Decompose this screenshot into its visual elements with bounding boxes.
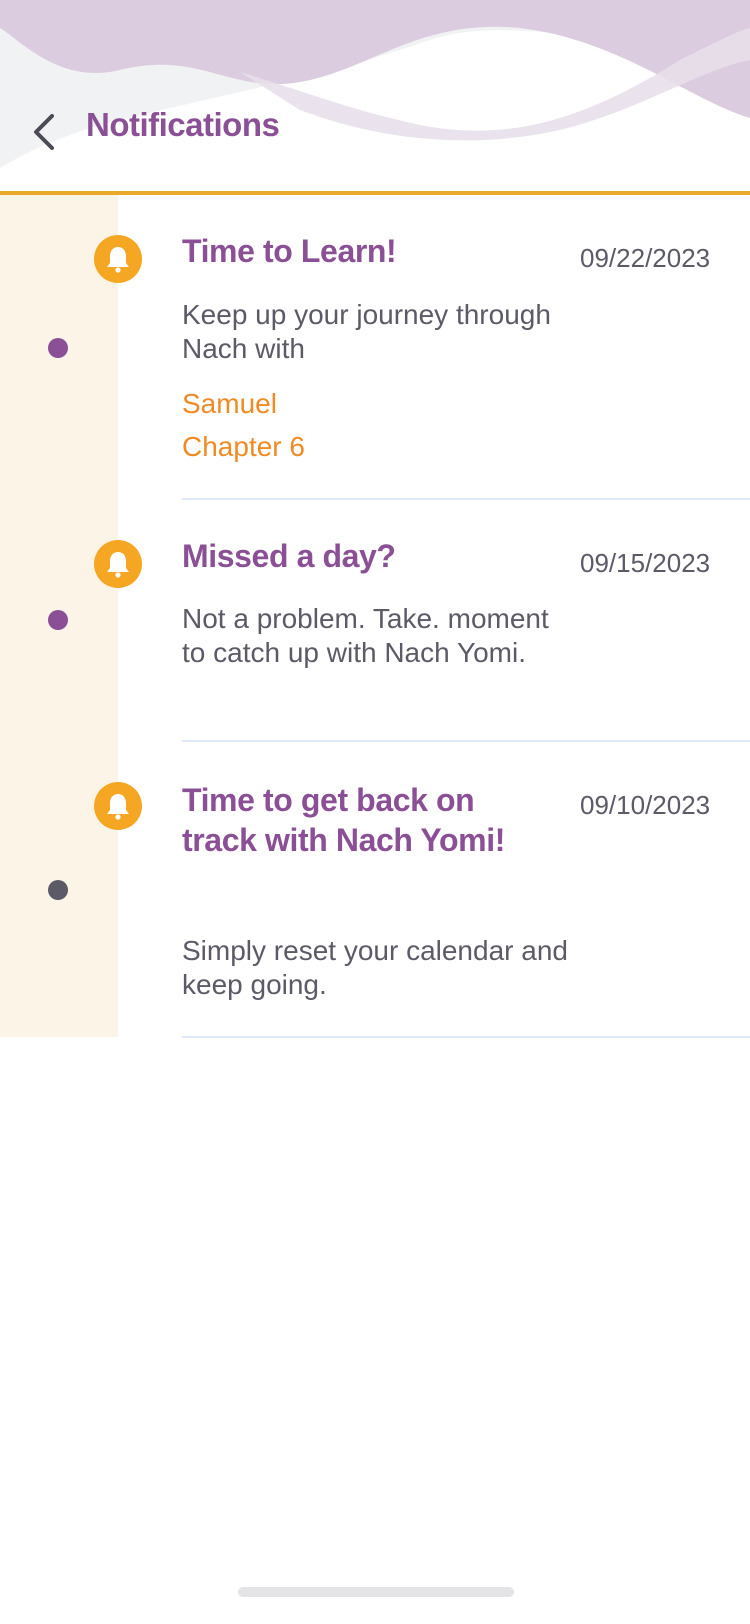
bell-icon (94, 782, 142, 830)
notification-item[interactable]: Missed a day? 09/15/2023 Not a problem. … (0, 500, 750, 742)
notification-body: Keep up your journey through Nach with (182, 299, 551, 364)
notification-item[interactable]: Time to Learn! 09/22/2023 Keep up your j… (0, 195, 750, 500)
bell-icon (94, 540, 142, 588)
notification-title: Time to Learn! (182, 233, 397, 269)
notification-book-link[interactable]: Samuel (182, 388, 277, 420)
read-indicator (48, 880, 68, 900)
notification-chapter-link[interactable]: Chapter 6 (182, 431, 305, 463)
divider (182, 1036, 750, 1038)
notification-date: 09/15/2023 (580, 548, 711, 578)
chevron-left-icon (34, 114, 54, 150)
notification-body: Not a problem. Take. moment to catch up … (182, 603, 549, 668)
unread-indicator (48, 610, 68, 630)
notification-date: 09/10/2023 (580, 790, 711, 820)
notification-title: Time to get back on track with Nach Yomi… (182, 782, 505, 858)
header-wave-background (0, 0, 750, 200)
notification-body: Simply reset your calendar and keep goin… (182, 935, 568, 1000)
unread-indicator (48, 338, 68, 358)
notification-item[interactable]: Time to get back on track with Nach Yomi… (0, 742, 750, 1038)
back-button[interactable] (22, 104, 66, 160)
notification-date: 09/22/2023 (580, 243, 711, 273)
bell-icon (94, 235, 142, 283)
notification-title: Missed a day? (182, 538, 396, 574)
page-title: Notifications (86, 106, 280, 143)
home-indicator[interactable] (238, 1587, 514, 1597)
